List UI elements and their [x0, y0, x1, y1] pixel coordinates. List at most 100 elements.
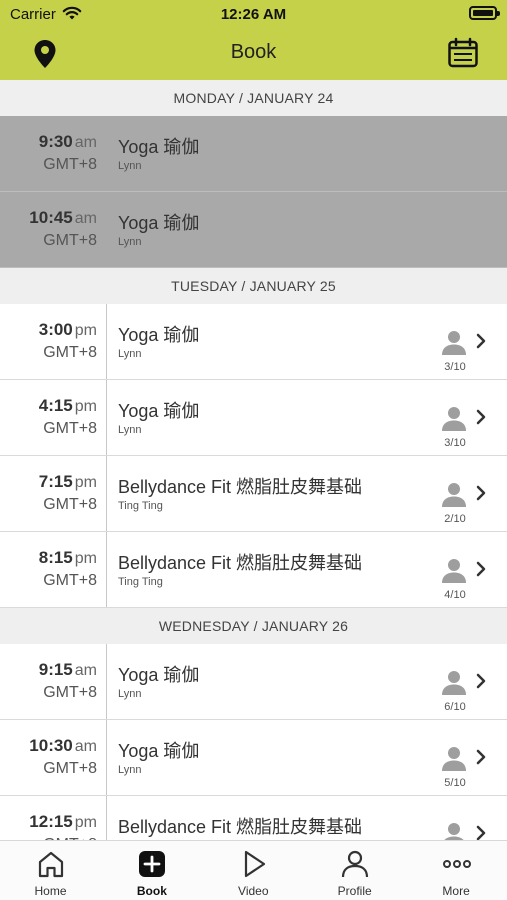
start-time: 9:30 am [39, 132, 97, 152]
time-ampm: am [74, 210, 97, 227]
person-icon [340, 849, 370, 879]
time-ampm: am [74, 738, 97, 755]
chevron-right-icon [474, 484, 488, 502]
instructor-name: Lynn [118, 236, 142, 248]
person-icon [440, 480, 468, 508]
time-value: 10:30 [29, 736, 73, 755]
capacity-count: 2/10 [444, 513, 466, 525]
time-column: 3:00 pm GMT+8 [0, 304, 107, 380]
class-name: Yoga 瑜伽 [118, 325, 200, 345]
time-column: 7:15 pm GMT+8 [0, 456, 107, 532]
schedule-list[interactable]: MONDAY / JANUARY 24 9:30 am GMT+8 Yoga 瑜伽 Lyn… [0, 80, 507, 840]
class-session-row[interactable]: 7:15 pm GMT+8 Bellydance Fit 燃脂肚皮舞基础 Ting Ti… [0, 456, 507, 532]
class-name: Yoga 瑜伽 [118, 401, 200, 421]
tab-more[interactable]: More [406, 841, 507, 900]
time-ampm: pm [74, 814, 97, 831]
start-time: 3:00 pm [39, 320, 97, 340]
column-divider [106, 304, 107, 380]
page-title: Book [230, 41, 277, 63]
row-divider [0, 607, 507, 608]
instructor-name: Lynn [118, 764, 142, 776]
time-value: 10:45 [29, 208, 73, 227]
start-time: 10:30 am [29, 736, 97, 756]
chevron-right-icon [474, 748, 488, 766]
time-value: 4:15 [38, 396, 73, 415]
tab-label: Video [238, 884, 269, 898]
time-ampm: pm [74, 474, 97, 491]
start-time: 10:45 am [29, 208, 97, 228]
timezone-label: GMT+8 [43, 496, 97, 513]
instructor-name: Lynn [118, 688, 142, 700]
time-value: 8:15 [38, 548, 73, 567]
class-name: Bellydance Fit 燃脂肚皮舞基础 [118, 817, 363, 837]
timezone-label: GMT+8 [43, 232, 97, 249]
instructor-name: Lynn [118, 424, 142, 436]
play-icon [239, 849, 269, 879]
column-divider [106, 720, 107, 796]
capacity-count: 4/10 [444, 589, 466, 601]
tab-label: Home [34, 884, 67, 898]
chevron-right-icon [474, 408, 488, 426]
person-icon [440, 328, 468, 356]
time-column: 10:30 am GMT+8 [0, 720, 107, 796]
tab-label: Book [136, 884, 167, 898]
time-value: 9:15 [38, 660, 73, 679]
instructor-name: Ting Ting [118, 500, 163, 512]
timezone-label: GMT+8 [43, 156, 97, 173]
start-time: 8:15 pm [39, 548, 97, 568]
class-name: Yoga 瑜伽 [118, 741, 200, 761]
time-column: 12:15pmGMT+8 [0, 796, 107, 840]
instructor-name: Lynn [118, 348, 142, 360]
column-divider [106, 644, 107, 720]
start-time: 4:15 pm [39, 396, 97, 416]
person-icon [440, 404, 468, 432]
status-time: 12:26 AM [220, 6, 287, 23]
home-icon [36, 849, 66, 879]
class-session-row[interactable]: 9:30 am GMT+8 Yoga 瑜伽 Lynn [0, 116, 507, 192]
class-session-row[interactable]: 8:15 pm GMT+8 Bellydance Fit 燃脂肚皮舞基础 Ting Ti… [0, 532, 507, 608]
instructor-name: Lynn [118, 160, 142, 172]
timezone-label: GMT+8 [43, 420, 97, 437]
capacity-count: 3/10 [444, 361, 466, 373]
timezone-label: GMT+8 [43, 684, 97, 701]
tab-profile[interactable]: Profile [304, 841, 405, 900]
person-icon [440, 556, 468, 584]
class-name: Bellydance Fit 燃脂肚皮舞基础 [118, 477, 363, 497]
plus-square-icon [137, 849, 167, 879]
class-session-row[interactable]: 10:45 am GMT+8 Yoga 瑜伽 Lynn [0, 192, 507, 268]
time-value: 12:15 [29, 812, 73, 831]
time-ampm: am [74, 662, 97, 679]
column-divider [106, 116, 107, 192]
class-name: Yoga 瑜伽 [118, 665, 200, 685]
time-ampm: am [74, 134, 97, 151]
chevron-right-icon [474, 560, 488, 578]
row-divider [0, 267, 507, 268]
class-session-row[interactable]: 12:15pmGMT+8 Bellydance Fit 燃脂肚皮舞基础 [0, 796, 507, 840]
time-value: 7:15 [38, 472, 73, 491]
timezone-label: GMT+8 [43, 344, 97, 361]
tab-label: More [442, 884, 470, 898]
more-icon [442, 849, 472, 879]
class-session-row[interactable]: 9:15 am GMT+8 Yoga 瑜伽 Lynn 6/10 [0, 644, 507, 720]
status-bar: Carrier 12:26 AM [0, 0, 507, 28]
class-session-row[interactable]: 10:30 am GMT+8 Yoga 瑜伽 Lynn 5/10 [0, 720, 507, 796]
chevron-right-icon [474, 824, 488, 840]
person-icon [440, 668, 468, 696]
start-time: 7:15 pm [39, 472, 97, 492]
class-session-row[interactable]: 4:15 pm GMT+8 Yoga 瑜伽 Lynn 3/10 [0, 380, 507, 456]
tab-book[interactable]: Book [101, 841, 202, 900]
tab-home[interactable]: Home [0, 841, 101, 900]
class-session-row[interactable]: 3:00 pm GMT+8 Yoga 瑜伽 Lynn 3/10 [0, 304, 507, 380]
column-divider [106, 192, 107, 268]
column-divider [106, 796, 107, 840]
column-divider [106, 456, 107, 532]
chevron-right-icon [474, 332, 488, 350]
capacity-count: 3/10 [444, 437, 466, 449]
chevron-right-icon [474, 672, 488, 690]
capacity-count: 6/10 [444, 701, 466, 713]
day-header: TUESDAY / JANUARY 25 [0, 268, 507, 304]
time-ampm: pm [74, 322, 97, 339]
tab-video[interactable]: Video [203, 841, 304, 900]
calendar-icon[interactable] [447, 37, 479, 69]
time-value: 9:30 [38, 132, 73, 151]
